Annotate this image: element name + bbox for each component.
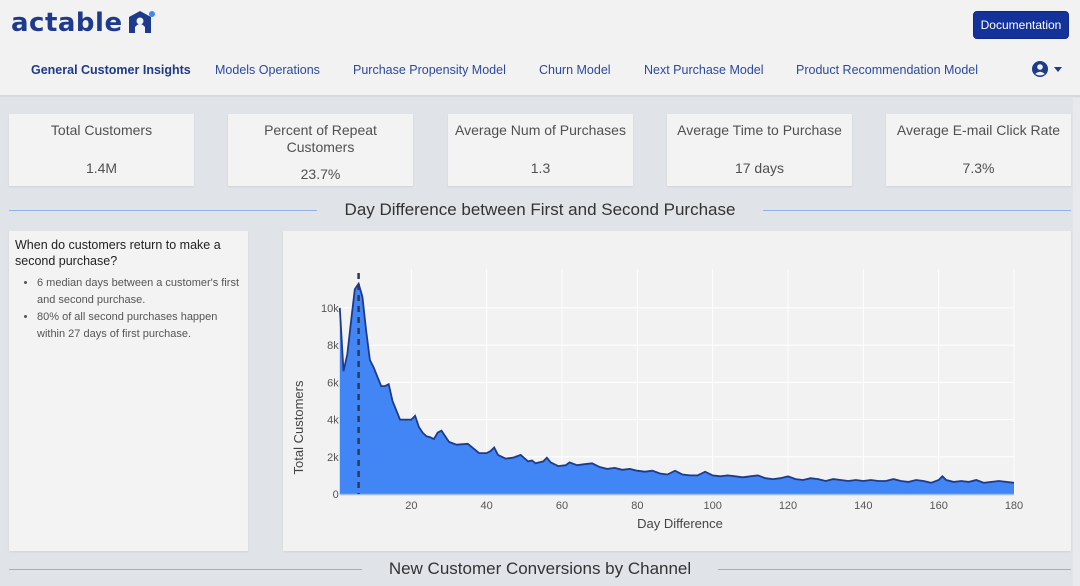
kpi-title: Average E-mail Click Rate <box>896 122 1061 138</box>
x-tick-label: 40 <box>481 500 493 512</box>
insight-list: 6 median days between a customer's first… <box>15 275 242 343</box>
x-tick-label: 100 <box>703 500 721 512</box>
x-tick-label: 120 <box>779 500 797 512</box>
kpi-card-total-customers: Total Customers 1.4M <box>9 114 194 186</box>
area-fill <box>339 283 1014 494</box>
kpi-title: Average Num of Purchases <box>455 122 626 138</box>
kpi-value: 17 days <box>734 160 785 176</box>
kpi-card-avg-email-click-rate: Average E-mail Click Rate 7.3% <box>886 114 1071 186</box>
y-axis-title: Total Customers <box>291 380 306 474</box>
kpi-card-repeat-customers: Percent of Repeat Customers 23.7% <box>228 114 413 186</box>
x-axis-title: Day Difference <box>637 516 723 531</box>
nav-tab-next-purchase-model[interactable]: Next Purchase Model <box>644 63 764 77</box>
kpi-value: 7.3% <box>962 160 995 176</box>
section-divider <box>763 210 1071 211</box>
documentation-button[interactable]: Documentation <box>973 11 1069 39</box>
nav-tab-general-customer-insights[interactable]: General Customer Insights <box>31 63 191 77</box>
nav-tab-purchase-propensity-model[interactable]: Purchase Propensity Model <box>353 63 506 77</box>
x-tick-label: 80 <box>631 500 643 512</box>
y-tick-label: 4k <box>327 415 339 427</box>
insight-card: When do customers return to make a secon… <box>9 231 248 551</box>
nav-tab-product-recommendation-model[interactable]: Product Recommendation Model <box>796 63 978 77</box>
y-tick-label: 8k <box>327 340 339 352</box>
day-difference-area-chart[interactable]: 20 40 60 80 100 120 140 160 180 0 2k 4k 6k 8k 10k Day… <box>283 231 1071 551</box>
x-tick-label: 140 <box>854 500 872 512</box>
y-tick-label: 6k <box>327 377 339 389</box>
section-divider <box>718 569 1071 570</box>
logo[interactable]: actable <box>11 8 157 38</box>
page-scrollbar[interactable] <box>1073 98 1080 586</box>
x-tick-labels: 20 40 60 80 100 120 140 160 180 <box>405 500 1023 512</box>
kpi-title: Percent of Repeat Customers <box>264 122 377 155</box>
nav-tab-models-operations[interactable]: Models Operations <box>215 63 320 77</box>
y-tick-label: 0 <box>333 489 339 501</box>
kpi-value: 1.3 <box>530 160 551 176</box>
kpi-value: 23.7% <box>300 166 341 182</box>
x-tick-label: 160 <box>929 500 947 512</box>
day-difference-chart-card: 20 40 60 80 100 120 140 160 180 0 2k 4k 6k 8k 10k Day… <box>283 231 1071 551</box>
x-tick-label: 20 <box>405 500 417 512</box>
insight-bullet: 80% of all second purchases happen withi… <box>37 309 242 343</box>
top-header: actable Documentation General Customer I… <box>0 0 1080 97</box>
kpi-title: Total Customers <box>50 122 153 138</box>
chevron-down-icon <box>1054 66 1062 72</box>
kpi-card-avg-time-to-purchase: Average Time to Purchase 17 days <box>667 114 852 186</box>
kpi-value: 1.4M <box>85 160 118 176</box>
kpi-title: Average Time to Purchase <box>677 122 842 138</box>
house-person-icon <box>128 11 155 33</box>
y-tick-labels: 0 2k 4k 6k 8k 10k <box>321 303 339 501</box>
user-circle-icon <box>1032 61 1048 77</box>
main-nav: General Customer Insights Models Operati… <box>0 63 1080 81</box>
insight-question: When do customers return to make a secon… <box>15 238 221 268</box>
x-tick-label: 180 <box>1005 500 1023 512</box>
insight-bullet: 6 median days between a customer's first… <box>37 275 242 309</box>
y-tick-label: 10k <box>321 303 339 315</box>
logo-text: actable <box>11 8 123 38</box>
x-tick-label: 60 <box>556 500 568 512</box>
user-menu[interactable] <box>1032 61 1062 77</box>
y-tick-label: 2k <box>327 452 339 464</box>
kpi-card-avg-num-purchases: Average Num of Purchases 1.3 <box>448 114 633 186</box>
nav-tab-churn-model[interactable]: Churn Model <box>539 63 611 77</box>
